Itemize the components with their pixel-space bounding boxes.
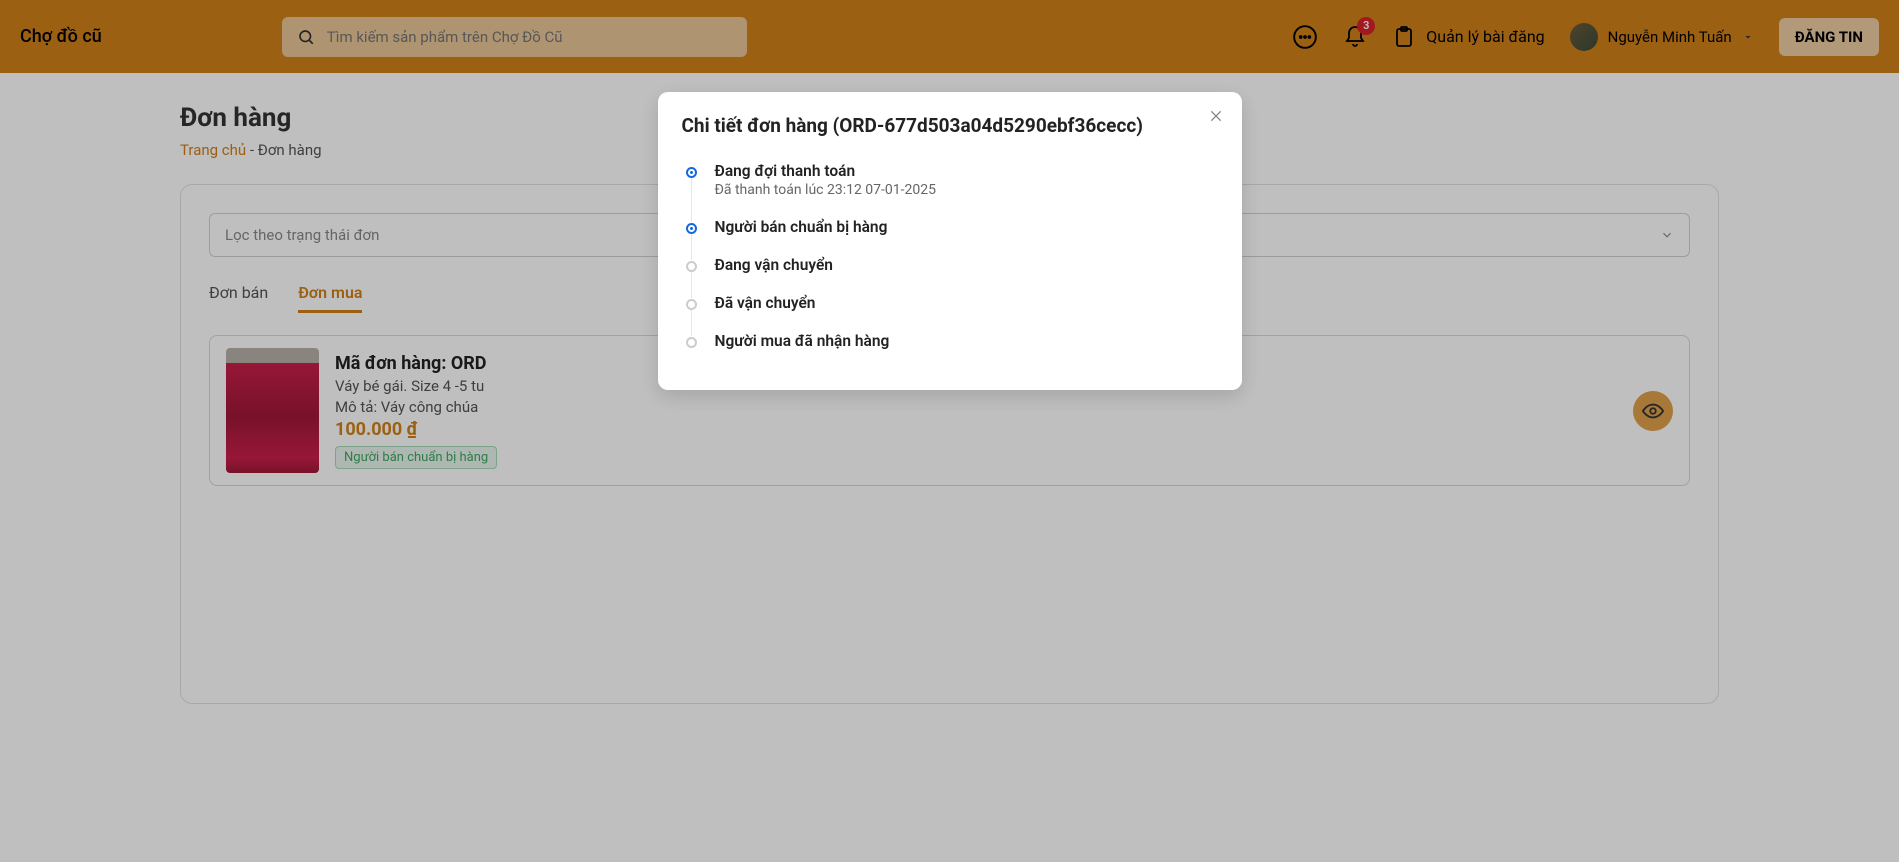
step-title: Người mua đã nhận hàng [715,332,1218,350]
step-body: Đã vận chuyển [715,294,1218,312]
step-body: Người mua đã nhận hàng [715,332,1218,350]
step-body: Đang đợi thanh toán Đã thanh toán lúc 23… [715,162,1218,198]
step-dot [686,223,697,234]
step-dot [686,167,697,178]
step-title: Người bán chuẩn bị hàng [715,218,1218,236]
order-detail-modal: Chi tiết đơn hàng (ORD-677d503a04d5290eb… [658,92,1242,390]
modal-title: Chi tiết đơn hàng (ORD-677d503a04d5290eb… [682,114,1218,137]
close-button[interactable] [1208,108,1224,128]
step-title: Đã vận chuyển [715,294,1218,312]
step-sub: Đã thanh toán lúc 23:12 07-01-2025 [715,182,1218,198]
step-body: Đang vận chuyển [715,256,1218,274]
step-dot [686,299,697,310]
timeline-step: Người mua đã nhận hàng [686,332,1218,350]
modal-overlay[interactable]: Chi tiết đơn hàng (ORD-677d503a04d5290eb… [0,0,1899,862]
close-icon [1208,108,1224,124]
timeline-step: Đang vận chuyển [686,256,1218,294]
step-dot [686,261,697,272]
step-dot [686,337,697,348]
step-title: Đang đợi thanh toán [715,162,1218,180]
step-body: Người bán chuẩn bị hàng [715,218,1218,236]
timeline-step: Đã vận chuyển [686,294,1218,332]
order-timeline: Đang đợi thanh toán Đã thanh toán lúc 23… [682,162,1218,350]
timeline-step: Người bán chuẩn bị hàng [686,218,1218,256]
timeline-step: Đang đợi thanh toán Đã thanh toán lúc 23… [686,162,1218,218]
step-title: Đang vận chuyển [715,256,1218,274]
